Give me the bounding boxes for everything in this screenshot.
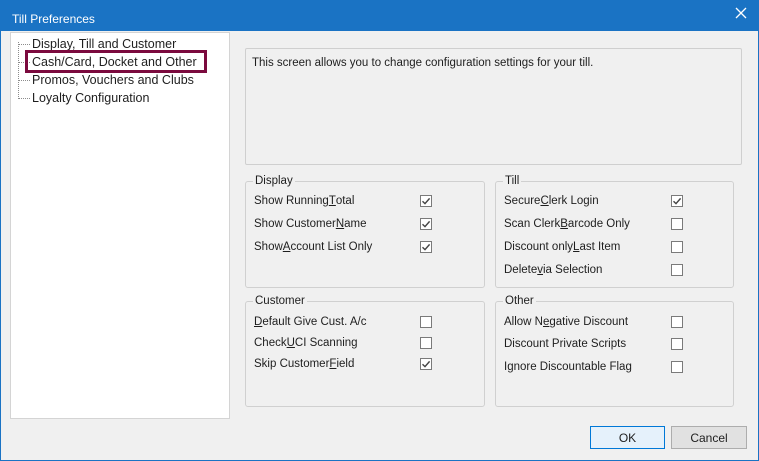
ignore-discountable-flag-label: Ignore Discountable Flag bbox=[504, 361, 632, 373]
allow-negative-discount-label: Allow Ne gative Discount bbox=[504, 316, 629, 328]
discount-only-last-item-checkbox[interactable] bbox=[671, 241, 683, 253]
tree-selection-highlight bbox=[25, 50, 207, 73]
close-icon bbox=[735, 7, 747, 22]
other-group-title: Other bbox=[503, 294, 536, 308]
tree-connector bbox=[18, 97, 30, 99]
settings-content: This screen allows you to change configu… bbox=[231, 32, 753, 419]
discount-only-last-item-label: Discount only Last Item bbox=[504, 241, 621, 253]
discount-private-scripts-label: Discount Private Scripts bbox=[504, 338, 627, 350]
tree-connector bbox=[18, 43, 30, 45]
allow-negative-discount-checkbox[interactable] bbox=[671, 316, 683, 328]
show-running-total-label: Show Running Total bbox=[254, 195, 355, 207]
description-text: This screen allows you to change configu… bbox=[252, 57, 594, 69]
close-button[interactable] bbox=[726, 1, 756, 27]
tree-item-loyalty-configuration[interactable]: Loyalty Configuration bbox=[18, 89, 149, 107]
customer-group: Customer Default Give Cust. A/c Check UC… bbox=[245, 294, 485, 407]
show-customer-name-checkbox[interactable] bbox=[420, 218, 432, 230]
cancel-button[interactable]: Cancel bbox=[671, 426, 747, 449]
delete-via-selection-checkbox[interactable] bbox=[671, 264, 683, 276]
scan-clerk-barcode-only-checkbox[interactable] bbox=[671, 218, 683, 230]
till-group-title: Till bbox=[503, 174, 522, 188]
default-give-cust-ac-label: Default Give Cust. A/c bbox=[254, 316, 367, 328]
dialog-button-bar: OK Cancel bbox=[1, 420, 758, 460]
ok-button[interactable]: OK bbox=[590, 426, 665, 449]
skip-customer-field-label: Skip Customer Field bbox=[254, 358, 355, 370]
till-preferences-window: Till Preferences Display, Till and Custo… bbox=[0, 0, 759, 461]
other-group: Other Allow Ne gative Discount Discount P… bbox=[495, 294, 734, 407]
tree-item-label: Promos, Vouchers and Clubs bbox=[32, 73, 194, 87]
show-running-total-checkbox[interactable] bbox=[420, 195, 432, 207]
display-group-title: Display bbox=[253, 174, 295, 188]
tree-item-promos-vouchers-clubs[interactable]: Promos, Vouchers and Clubs bbox=[18, 71, 194, 89]
show-customer-name-label: Show Customer Name bbox=[254, 218, 367, 230]
display-group: Display Show Running Total Show Customer… bbox=[245, 174, 485, 288]
tree-connector bbox=[18, 79, 30, 81]
show-account-list-only-label: Show Account List Only bbox=[254, 241, 373, 253]
tree-item-label: Loyalty Configuration bbox=[32, 91, 150, 105]
tree-item-label: Display, Till and Customer bbox=[32, 37, 177, 51]
description-box: This screen allows you to change configu… bbox=[245, 48, 742, 165]
skip-customer-field-checkbox[interactable] bbox=[420, 358, 432, 370]
default-give-cust-ac-checkbox[interactable] bbox=[420, 316, 432, 328]
customer-group-title: Customer bbox=[253, 294, 307, 308]
ignore-discountable-flag-checkbox[interactable] bbox=[671, 361, 683, 373]
scan-clerk-barcode-only-label: Scan Clerk Barcode Only bbox=[504, 218, 630, 230]
delete-via-selection-label: Delete v ia Selection bbox=[504, 264, 603, 276]
secure-clerk-login-label: Secure Clerk Login bbox=[504, 195, 599, 207]
till-group: Till Secure Clerk Login Scan Clerk Barco… bbox=[495, 174, 734, 288]
discount-private-scripts-checkbox[interactable] bbox=[671, 338, 683, 350]
check-uci-scanning-label: Check U CI Scanning bbox=[254, 337, 358, 349]
title-bar[interactable]: Till Preferences bbox=[1, 1, 758, 31]
check-uci-scanning-checkbox[interactable] bbox=[420, 337, 432, 349]
secure-clerk-login-checkbox[interactable] bbox=[671, 195, 683, 207]
window-title: Till Preferences bbox=[12, 12, 95, 26]
navigation-tree: Display, Till and Customer Cash/Card, Do… bbox=[10, 32, 230, 419]
show-account-list-only-checkbox[interactable] bbox=[420, 241, 432, 253]
